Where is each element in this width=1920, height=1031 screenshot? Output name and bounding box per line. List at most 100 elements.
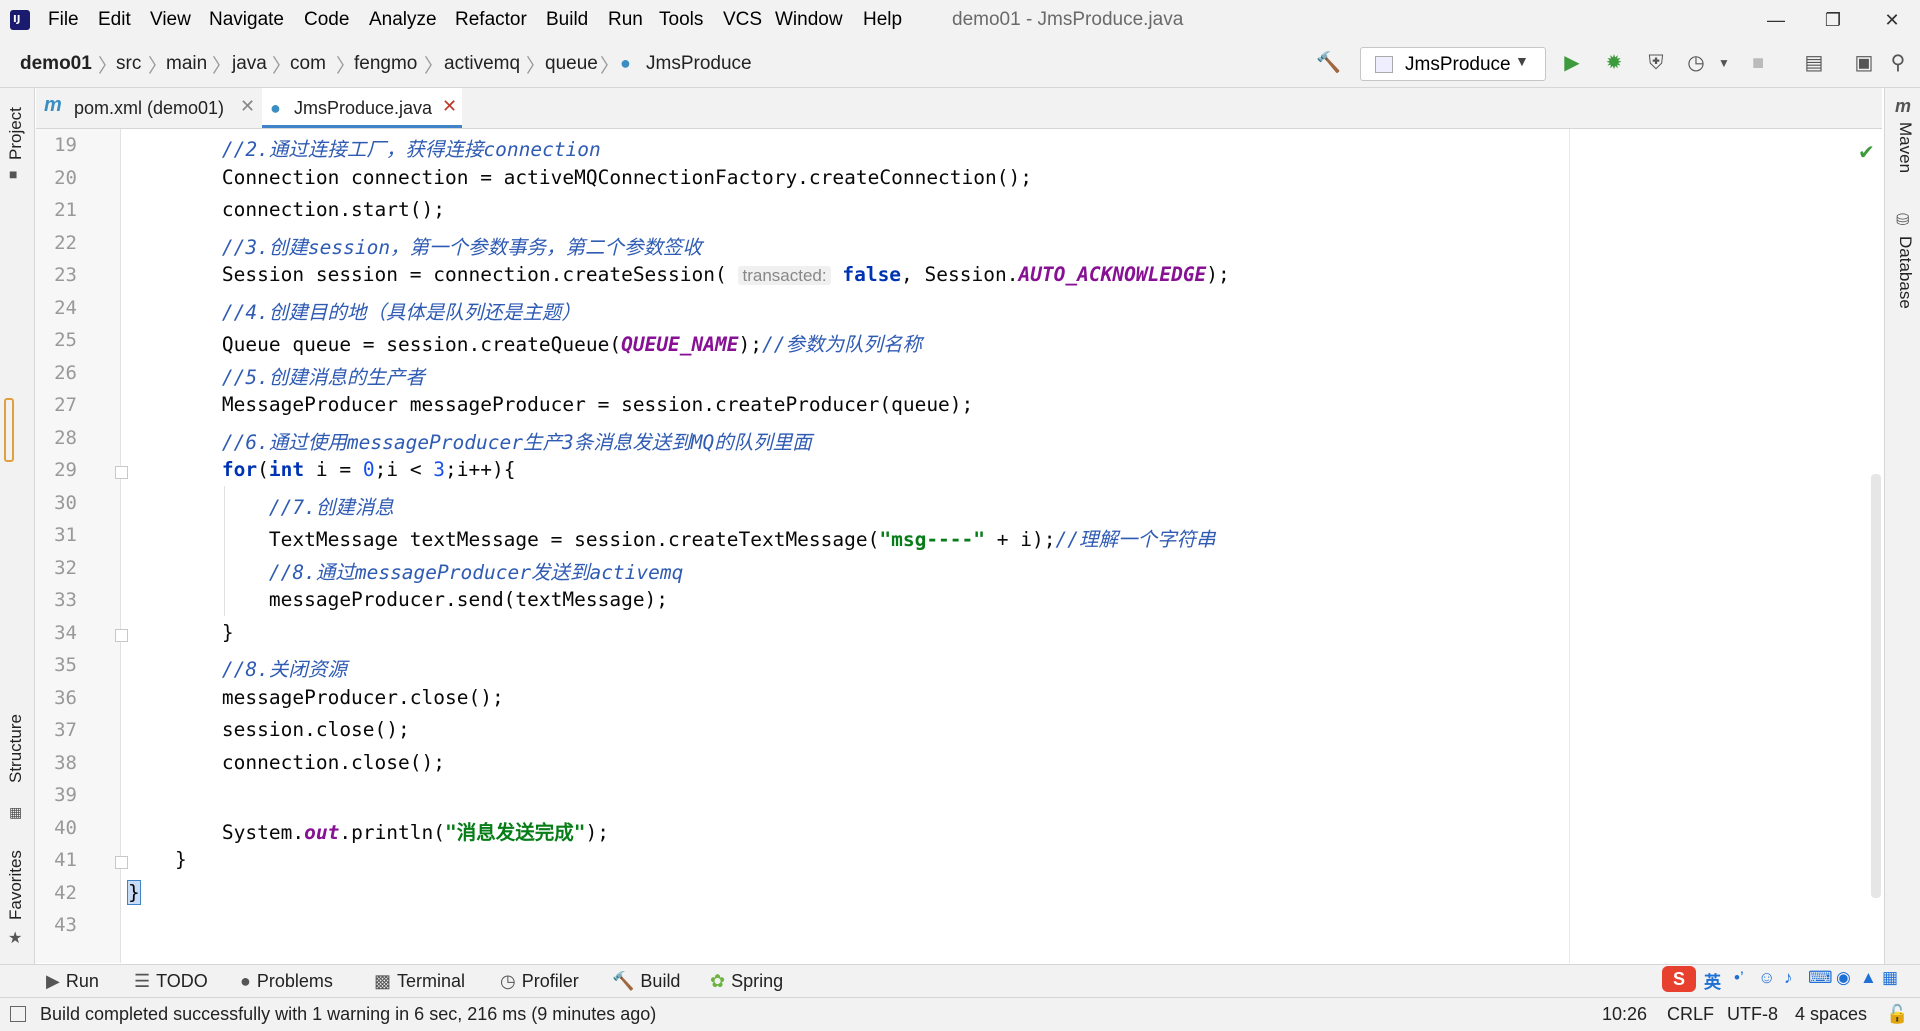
- keyboard-icon[interactable]: ⌨: [1808, 968, 1833, 988]
- code-line[interactable]: System.out.println("消息发送完成");: [128, 816, 609, 845]
- menu-edit[interactable]: Edit: [98, 9, 131, 31]
- menu-vcs[interactable]: VCS: [723, 9, 762, 31]
- indent-setting[interactable]: 4 spaces: [1795, 1004, 1867, 1025]
- fold-marker-icon[interactable]: [115, 466, 128, 479]
- fold-marker-icon[interactable]: [115, 856, 128, 869]
- maven-tool-button[interactable]: Maven: [1895, 122, 1915, 173]
- microphone-icon[interactable]: ♪: [1784, 968, 1793, 988]
- menu-refactor[interactable]: Refactor: [455, 9, 527, 31]
- menu-window[interactable]: Window: [775, 9, 843, 31]
- code-line[interactable]: //4.创建目的地（具体是队列还是主题）: [128, 296, 581, 325]
- problems-tool-button[interactable]: ● Problems: [240, 971, 333, 992]
- tool-window-toggle-icon[interactable]: [10, 1006, 26, 1022]
- code-line[interactable]: Session session = connection.createSessi…: [128, 263, 1230, 286]
- menu-analyze[interactable]: Analyze: [369, 9, 437, 31]
- build-hammer-icon[interactable]: 🔨: [1316, 51, 1341, 75]
- close-window-icon[interactable]: ✕: [1876, 6, 1908, 34]
- ime-language-label[interactable]: 英: [1704, 968, 1721, 993]
- breadcrumb-fengmo[interactable]: fengmo: [354, 53, 417, 75]
- ime-toolbar[interactable]: S 英 •’ ☺ ♪ ⌨ ◉ ▲ ▦: [1662, 966, 1902, 994]
- code-line[interactable]: }: [128, 848, 187, 871]
- restore-icon[interactable]: ❐: [1817, 6, 1849, 34]
- code-line[interactable]: //5.创建消息的生产者: [128, 361, 425, 390]
- code-line[interactable]: messageProducer.close();: [128, 686, 504, 709]
- project-tool-button[interactable]: Project: [6, 107, 26, 160]
- breadcrumb-project[interactable]: demo01: [20, 53, 92, 75]
- line-separator[interactable]: CRLF: [1667, 1004, 1714, 1025]
- grid-menu-icon[interactable]: ▦: [1882, 968, 1898, 988]
- database-tool-button[interactable]: Database: [1895, 236, 1915, 309]
- favorites-tool-button[interactable]: Favorites: [6, 850, 26, 920]
- menu-file[interactable]: File: [48, 9, 79, 31]
- todo-tool-button[interactable]: ☰ TODO: [134, 971, 208, 992]
- punctuation-icon[interactable]: •’: [1734, 968, 1744, 988]
- menu-build[interactable]: Build: [546, 9, 588, 31]
- profile-icon[interactable]: ◷: [1684, 51, 1708, 75]
- menu-run[interactable]: Run: [608, 9, 643, 31]
- structure-tool-button[interactable]: Structure: [6, 714, 26, 783]
- code-line[interactable]: connection.start();: [128, 198, 445, 221]
- run-tool-button[interactable]: ▶ Run: [46, 971, 99, 992]
- line-number: 21: [54, 199, 77, 221]
- code-line[interactable]: connection.close();: [128, 751, 445, 774]
- terminal-tool-button[interactable]: ▩ Terminal: [374, 971, 465, 992]
- breadcrumb-separator: 〉: [600, 56, 620, 77]
- code-line[interactable]: Queue queue = session.createQueue(QUEUE_…: [128, 328, 922, 357]
- project-structure-icon[interactable]: ▤: [1802, 51, 1826, 75]
- lock-icon[interactable]: 🔓: [1886, 1004, 1908, 1025]
- breadcrumb-com[interactable]: com: [290, 53, 326, 75]
- code-line[interactable]: //3.创建session，第一个参数事务，第二个参数签收: [128, 231, 702, 260]
- breadcrumb-class[interactable]: JmsProduce: [646, 53, 752, 75]
- run-configuration-select[interactable]: JmsProduce ▼: [1360, 47, 1546, 81]
- run-icon[interactable]: ▶: [1560, 51, 1584, 75]
- status-message[interactable]: Build completed successfully with 1 warn…: [40, 1004, 656, 1025]
- inspection-ok-check-icon[interactable]: ✔: [1858, 140, 1875, 165]
- profiler-tool-button[interactable]: ◷ Profiler: [500, 971, 579, 992]
- coverage-icon[interactable]: ⛨: [1644, 51, 1668, 75]
- spring-tool-label: Spring: [731, 971, 784, 991]
- code-line[interactable]: MessageProducer messageProducer = sessio…: [128, 393, 973, 416]
- breadcrumb-main[interactable]: main: [166, 53, 207, 75]
- code-line[interactable]: //7.创建消息: [128, 491, 394, 520]
- shirt-icon[interactable]: ▲: [1860, 968, 1877, 988]
- breadcrumb-activemq[interactable]: activemq: [444, 53, 520, 75]
- minimize-icon[interactable]: —: [1760, 6, 1792, 34]
- close-tab-icon[interactable]: ✕: [240, 96, 255, 117]
- build-tool-button[interactable]: 🔨 Build: [612, 971, 680, 992]
- file-encoding[interactable]: UTF-8: [1727, 1004, 1778, 1025]
- code-line[interactable]: //8.通过messageProducer发送到activemq: [128, 556, 683, 585]
- code-line[interactable]: messageProducer.send(textMessage);: [128, 588, 668, 611]
- tab-pom-xml[interactable]: m pom.xml (demo01) ✕: [36, 88, 256, 127]
- menu-navigate[interactable]: Navigate: [209, 9, 284, 31]
- stop-icon[interactable]: ■: [1746, 51, 1770, 75]
- terminal-window-icon[interactable]: ▣: [1852, 51, 1876, 75]
- caret-position[interactable]: 10:26: [1602, 1004, 1647, 1025]
- spring-tool-button[interactable]: ✿ Spring: [710, 971, 783, 992]
- breadcrumb-java[interactable]: java: [232, 53, 267, 75]
- code-line[interactable]: for(int i = 0;i < 3;i++){: [128, 458, 516, 481]
- code-line[interactable]: //8.关闭资源: [128, 653, 347, 682]
- menu-help[interactable]: Help: [863, 9, 902, 31]
- menu-tools[interactable]: Tools: [659, 9, 703, 31]
- menu-view[interactable]: View: [150, 9, 191, 31]
- fold-marker-icon[interactable]: [115, 629, 128, 642]
- search-icon[interactable]: ⚲: [1886, 51, 1910, 75]
- code-line[interactable]: session.close();: [128, 718, 410, 741]
- menu-code[interactable]: Code: [304, 9, 349, 31]
- code-line[interactable]: }: [127, 879, 141, 905]
- code-line[interactable]: Connection connection = activeMQConnecti…: [128, 166, 1032, 189]
- close-tab-icon[interactable]: ✕: [442, 96, 457, 117]
- code-line[interactable]: //6.通过使用messageProducer生产3条消息发送到MQ的队列里面: [128, 426, 812, 455]
- breadcrumb-queue[interactable]: queue: [545, 53, 598, 75]
- skin-icon[interactable]: ◉: [1836, 968, 1851, 988]
- breadcrumb-src[interactable]: src: [116, 53, 141, 75]
- code-line[interactable]: TextMessage textMessage = session.create…: [128, 523, 1216, 552]
- debug-icon[interactable]: ✹: [1602, 51, 1626, 75]
- code-line[interactable]: //2.通过连接工厂，获得连接connection: [128, 133, 601, 162]
- chevron-down-icon[interactable]: ▼: [1712, 51, 1736, 75]
- tab-jmsproduce-java[interactable]: ● JmsProduce.java ✕: [262, 88, 462, 128]
- editor-scrollbar[interactable]: [1871, 474, 1881, 898]
- code-line[interactable]: }: [128, 621, 234, 644]
- emoji-icon[interactable]: ☺: [1758, 968, 1775, 988]
